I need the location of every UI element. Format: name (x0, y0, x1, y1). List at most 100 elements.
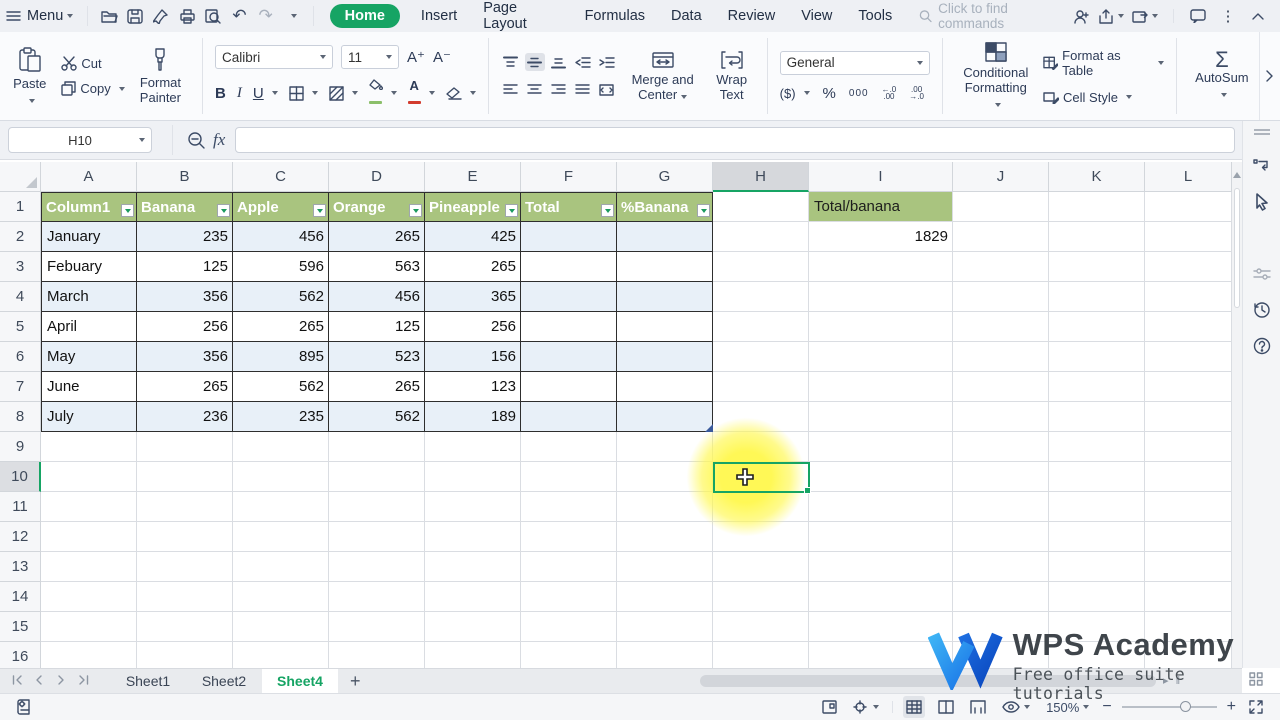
next-sheet-icon[interactable] (50, 674, 72, 688)
collapse-ribbon-icon[interactable] (1245, 3, 1271, 29)
page-break-view-icon[interactable] (967, 696, 989, 718)
cell-L10[interactable] (1145, 462, 1232, 492)
column-header-F[interactable]: F (521, 162, 617, 192)
cell-D7[interactable]: 265 (329, 372, 425, 402)
clear-format-button[interactable] (446, 86, 476, 100)
cell-H15[interactable] (713, 612, 809, 642)
cell-D4[interactable]: 456 (329, 282, 425, 312)
cell-G10[interactable] (617, 462, 713, 492)
cell-H14[interactable] (713, 582, 809, 612)
comment-icon[interactable] (1185, 3, 1211, 29)
cell-D2[interactable]: 265 (329, 222, 425, 252)
tab-tools[interactable]: Tools (845, 0, 905, 32)
align-top-icon[interactable] (501, 53, 521, 71)
cell-D12[interactable] (329, 522, 425, 552)
cell-C3[interactable]: 596 (233, 252, 329, 282)
cell-F16[interactable] (521, 642, 617, 668)
cell-K14[interactable] (1049, 582, 1145, 612)
undo-icon[interactable]: ↶ (228, 3, 252, 29)
row-header-7[interactable]: 7 (0, 372, 41, 402)
shading-button[interactable] (329, 85, 358, 101)
cell-C2[interactable]: 456 (233, 222, 329, 252)
cell-F13[interactable] (521, 552, 617, 582)
zoom-level-button[interactable]: 150% (1043, 696, 1092, 718)
cell-H1[interactable] (713, 192, 809, 222)
italic-button[interactable]: I (237, 85, 242, 102)
cell-J4[interactable] (953, 282, 1049, 312)
cell-G7[interactable] (617, 372, 713, 402)
cell-I2[interactable]: 1829 (809, 222, 953, 252)
cell-K8[interactable] (1049, 402, 1145, 432)
name-box[interactable]: H10 (8, 127, 152, 153)
cell-H9[interactable] (713, 432, 809, 462)
settings-sliders-icon[interactable] (1243, 259, 1280, 289)
tab-insert[interactable]: Insert (408, 0, 470, 32)
cell-F10[interactable] (521, 462, 617, 492)
ribbon-scroll-right[interactable] (1258, 32, 1280, 120)
zoom-out-button[interactable]: − (1102, 698, 1111, 716)
vertical-scrollbar[interactable] (1232, 162, 1242, 668)
cell-F6[interactable] (521, 342, 617, 372)
conditional-formatting-button[interactable]: Conditional Formatting (955, 40, 1037, 112)
cell-C13[interactable] (233, 552, 329, 582)
row-header-8[interactable]: 8 (0, 402, 41, 432)
cell-K7[interactable] (1049, 372, 1145, 402)
cell-L4[interactable] (1145, 282, 1232, 312)
cell-F7[interactable] (521, 372, 617, 402)
font-color-button[interactable]: A (407, 79, 435, 107)
cell-C15[interactable] (233, 612, 329, 642)
decrease-indent-icon[interactable] (573, 53, 593, 71)
cell-B4[interactable]: 356 (137, 282, 233, 312)
row-header-3[interactable]: 3 (0, 252, 41, 282)
cell-B3[interactable]: 125 (137, 252, 233, 282)
add-sheet-button[interactable]: + (338, 671, 373, 692)
cell-C4[interactable]: 562 (233, 282, 329, 312)
cell-A11[interactable] (41, 492, 137, 522)
cell-C12[interactable] (233, 522, 329, 552)
cell-G4[interactable] (617, 282, 713, 312)
cell-F3[interactable] (521, 252, 617, 282)
cell-I7[interactable] (809, 372, 953, 402)
scrollbar-split-handle[interactable]: ▸ ‖ (1163, 674, 1182, 687)
cell-L7[interactable] (1145, 372, 1232, 402)
cell-F2[interactable] (521, 222, 617, 252)
cell-B6[interactable]: 356 (137, 342, 233, 372)
comma-format-icon[interactable]: 000 (849, 88, 869, 99)
cell-E13[interactable] (425, 552, 521, 582)
cell-B8[interactable]: 236 (137, 402, 233, 432)
cell-B9[interactable] (137, 432, 233, 462)
cell-L6[interactable] (1145, 342, 1232, 372)
cell-G11[interactable] (617, 492, 713, 522)
filter-button-%Banana[interactable] (697, 204, 710, 217)
cell-F9[interactable] (521, 432, 617, 462)
cell-B13[interactable] (137, 552, 233, 582)
column-header-D[interactable]: D (329, 162, 425, 192)
pin-icon[interactable] (149, 3, 173, 29)
cell-L11[interactable] (1145, 492, 1232, 522)
paste-button[interactable]: Paste (4, 45, 55, 108)
cell-H3[interactable] (713, 252, 809, 282)
cell-D13[interactable] (329, 552, 425, 582)
last-sheet-icon[interactable] (72, 674, 94, 688)
cell-G1[interactable]: %Banana (617, 192, 713, 222)
cell-A14[interactable] (41, 582, 137, 612)
format-painter-button[interactable]: Format Painter (131, 46, 190, 107)
cell-L2[interactable] (1145, 222, 1232, 252)
select-all-corner[interactable] (0, 162, 41, 192)
bold-button[interactable]: B (215, 85, 226, 102)
increase-font-icon[interactable]: A⁺ (407, 48, 425, 66)
cell-A9[interactable] (41, 432, 137, 462)
cell-A13[interactable] (41, 552, 137, 582)
cell-G14[interactable] (617, 582, 713, 612)
justify-icon[interactable] (573, 81, 593, 99)
align-left-icon[interactable] (501, 81, 521, 99)
font-size-combo[interactable]: 11 (341, 45, 400, 69)
cell-L8[interactable] (1145, 402, 1232, 432)
cell-B11[interactable] (137, 492, 233, 522)
cell-I16[interactable] (809, 642, 953, 668)
cell-F15[interactable] (521, 612, 617, 642)
cell-B16[interactable] (137, 642, 233, 668)
cell-F12[interactable] (521, 522, 617, 552)
cell-G16[interactable] (617, 642, 713, 668)
more-options-icon[interactable]: ⋮ (1215, 3, 1241, 29)
